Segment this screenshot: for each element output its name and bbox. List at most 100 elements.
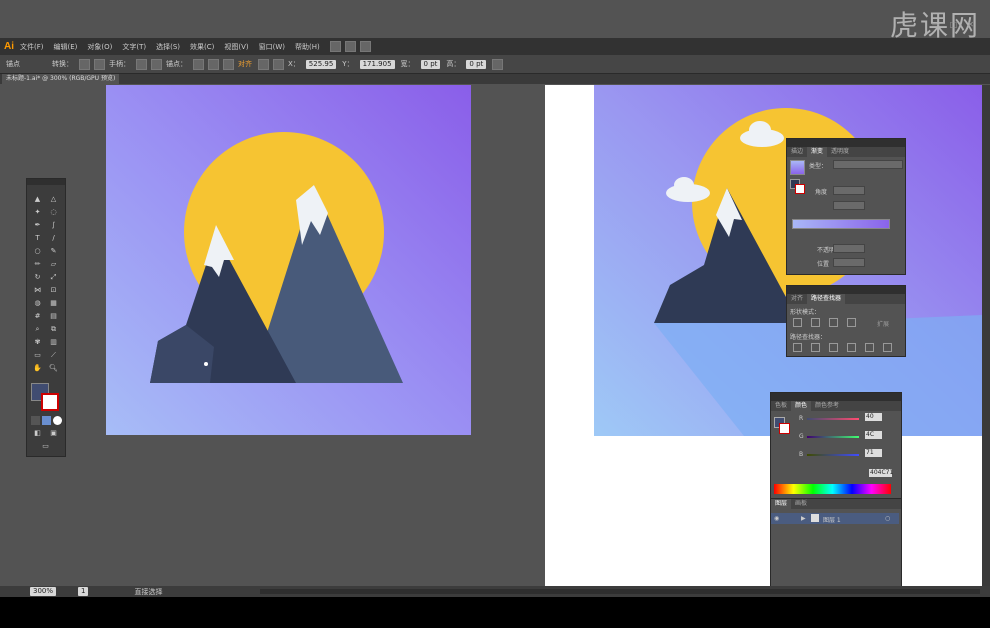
draw-mode-icon[interactable]: ◧ [33, 429, 42, 438]
mesh-tool-icon[interactable]: # [33, 312, 42, 321]
pencil-icon[interactable]: ✏ [33, 260, 42, 269]
color-mode-icon[interactable] [31, 416, 40, 425]
hand-tool-icon[interactable]: ✋ [33, 364, 42, 373]
expand-button[interactable]: 扩展 [877, 319, 889, 328]
menu-file[interactable]: 文件(F) [20, 42, 44, 52]
gradient-type-select[interactable] [833, 160, 903, 169]
x-field[interactable]: 525.95 [305, 59, 337, 69]
r-slider[interactable] [807, 418, 859, 420]
pen-tool-icon[interactable]: ✒ [33, 221, 42, 230]
type-tool-icon[interactable]: T [33, 234, 42, 243]
eye-icon[interactable]: ◉ [774, 515, 779, 522]
tab-artboards[interactable]: 画板 [791, 499, 811, 509]
hex-field[interactable]: 404C71 [869, 469, 893, 477]
menu-effect[interactable]: 效果(C) [190, 42, 214, 52]
bridge-icon[interactable] [329, 41, 341, 52]
close-icon[interactable]: ✕ [967, 20, 974, 29]
color-panel-header[interactable] [771, 393, 901, 401]
line-tool-icon[interactable]: / [49, 234, 58, 243]
crop-icon[interactable] [847, 343, 856, 352]
perspective-grid-icon[interactable]: ▦ [49, 299, 58, 308]
connect-anchor-icon[interactable] [208, 58, 219, 70]
align-center-icon[interactable] [273, 58, 284, 70]
tab-align[interactable]: 对齐 [787, 294, 807, 304]
graph-tool-icon[interactable]: ▥ [49, 338, 58, 347]
pathfinder-panel-header[interactable] [787, 286, 905, 294]
toggle-panels-icon[interactable]: ▭ [41, 442, 50, 451]
tab-gradient[interactable]: 渐变 [807, 147, 828, 157]
b-slider[interactable] [807, 454, 859, 456]
align-link[interactable]: 对齐 [238, 59, 252, 69]
minimize-icon[interactable]: — [932, 20, 940, 29]
g-slider[interactable] [807, 436, 859, 438]
tab-color-guide[interactable]: 颜色参考 [811, 401, 843, 411]
color-stroke-swatch[interactable] [779, 423, 790, 434]
outline-icon[interactable] [865, 343, 874, 352]
width-field[interactable]: 0 pt [420, 59, 441, 69]
merge-icon[interactable] [829, 343, 838, 352]
shape-builder-icon[interactable]: ◍ [33, 299, 42, 308]
slice-tool-icon[interactable]: ⟋ [49, 351, 58, 360]
convert-corner-icon[interactable] [79, 58, 90, 70]
none-mode-icon[interactable] [53, 416, 62, 425]
free-transform-icon[interactable]: ⊡ [49, 286, 58, 295]
eraser-icon[interactable]: ▱ [49, 260, 58, 269]
screen-mode-icon[interactable]: ▣ [49, 429, 58, 438]
menu-edit[interactable]: 编辑(E) [54, 42, 78, 52]
angle-field[interactable] [833, 186, 865, 195]
workspace-icon[interactable] [359, 41, 371, 52]
tab-color[interactable]: 颜色 [791, 401, 812, 411]
gradient-mode-icon[interactable] [42, 416, 51, 425]
arrange-icon[interactable] [344, 41, 356, 52]
tools-panel-header[interactable] [27, 179, 65, 185]
layer-name[interactable]: 图层 1 [823, 515, 841, 524]
y-field[interactable]: 171.905 [359, 59, 395, 69]
color-spectrum[interactable] [774, 484, 891, 494]
unite-icon[interactable] [793, 318, 802, 327]
tab-stroke[interactable]: 描边 [787, 147, 807, 157]
artboard-nav-field[interactable]: 1 [78, 587, 89, 596]
menu-select[interactable]: 选择(S) [156, 42, 180, 52]
exclude-icon[interactable] [847, 318, 856, 327]
menu-view[interactable]: 视图(V) [224, 42, 248, 52]
divide-icon[interactable] [793, 343, 802, 352]
align-left-icon[interactable] [258, 58, 269, 70]
expand-layer-icon[interactable]: ▶ [801, 515, 806, 522]
lasso-icon[interactable]: ◌ [49, 208, 58, 217]
maximize-icon[interactable]: □ [950, 20, 958, 29]
opacity-field[interactable] [833, 244, 865, 253]
menu-object[interactable]: 对象(O) [87, 42, 112, 52]
tab-pathfinder[interactable]: 路径查找器 [807, 294, 846, 304]
r-field[interactable]: 40 [865, 413, 882, 421]
vertical-scrollbar[interactable] [982, 85, 990, 586]
menu-type[interactable]: 文字(T) [122, 42, 146, 52]
convert-smooth-icon[interactable] [94, 58, 105, 70]
horizontal-scrollbar[interactable] [260, 589, 980, 594]
target-icon[interactable]: ○ [885, 515, 890, 522]
trim-icon[interactable] [811, 343, 820, 352]
selection-tool-icon[interactable]: ▲ [33, 195, 42, 204]
transform-icon[interactable] [492, 58, 504, 70]
gradient-thumbnail[interactable] [790, 160, 805, 175]
gradient-tool-icon[interactable]: ▤ [49, 312, 58, 321]
tab-layers[interactable]: 图层 [771, 499, 792, 509]
document-tab[interactable]: 未标题-1.ai* @ 300% (RGB/GPU 预览) [2, 74, 120, 84]
show-handles-icon[interactable] [136, 58, 147, 70]
height-field[interactable]: 0 pt [466, 59, 487, 69]
curvature-tool-icon[interactable]: ∫ [49, 221, 58, 230]
minus-back-icon[interactable] [883, 343, 892, 352]
artboard-left[interactable] [106, 85, 471, 435]
blend-tool-icon[interactable]: ⧉ [49, 325, 58, 334]
aspect-field[interactable] [833, 201, 865, 210]
ellipse-tool-icon[interactable]: ○ [33, 247, 42, 256]
paintbrush-icon[interactable]: ✎ [49, 247, 58, 256]
g-field[interactable]: 4C [865, 431, 882, 439]
rotate-tool-icon[interactable]: ↻ [33, 273, 42, 282]
hide-handles-icon[interactable] [151, 58, 162, 70]
minus-front-icon[interactable] [811, 318, 820, 327]
gradient-slider[interactable] [792, 219, 890, 229]
menu-help[interactable]: 帮助(H) [295, 42, 320, 52]
symbol-sprayer-icon[interactable]: ✾ [33, 338, 42, 347]
gradient-panel-header[interactable] [787, 139, 905, 147]
zoom-field[interactable]: 300% [30, 587, 57, 596]
